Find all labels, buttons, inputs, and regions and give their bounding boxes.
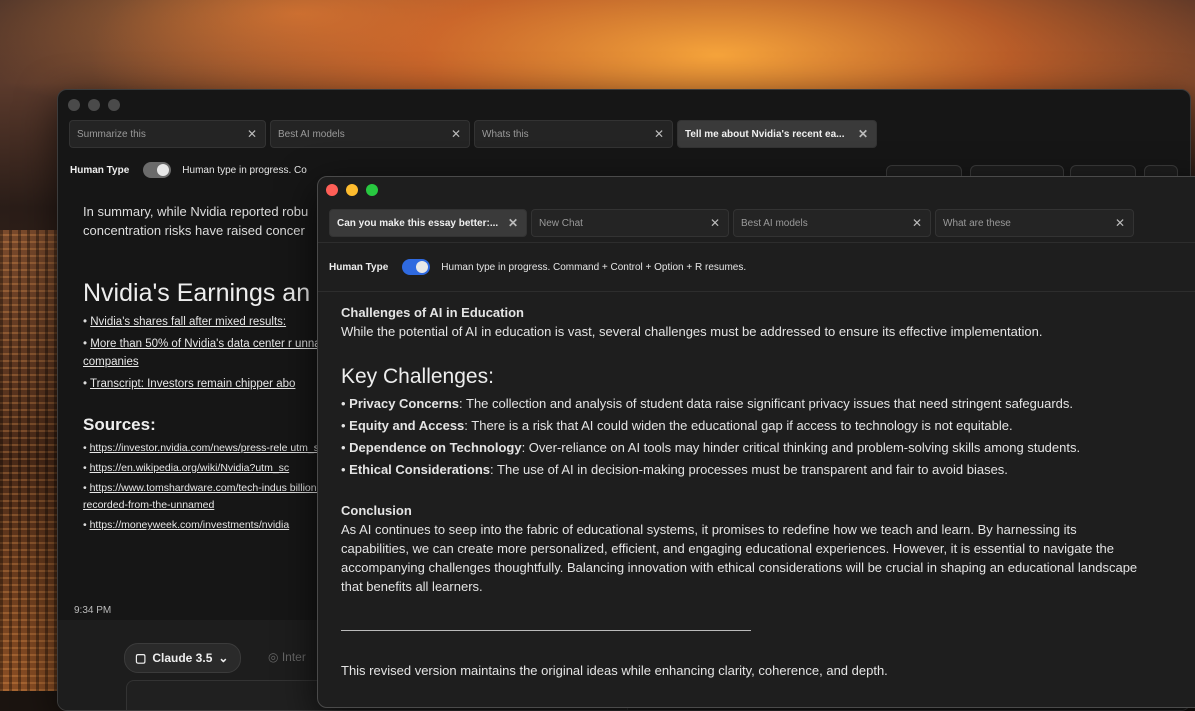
news-link[interactable]: More than 50% of Nvidia's data center r … <box>83 338 343 368</box>
challenges-intro: While the potential of AI in education i… <box>341 324 1043 339</box>
back-zoom-dot[interactable] <box>108 99 120 111</box>
model-selector-button[interactable]: ▢ Claude 3.5 ⌄ <box>124 643 242 673</box>
challenge-term: Ethical Considerations <box>349 462 491 477</box>
front-tab-2[interactable]: New Chat ✕ <box>531 209 729 237</box>
source-link[interactable]: https://en.wikipedia.org/wiki/Nvidia?utm… <box>90 462 290 474</box>
challenge-text: : Over-reliance on AI tools may hinder c… <box>521 440 1081 455</box>
internet-label: Inter <box>281 650 306 664</box>
front-traffic-lights <box>326 184 378 196</box>
tab-label: Best AI models <box>278 128 345 140</box>
front-tab-3[interactable]: Best AI models ✕ <box>733 209 931 237</box>
source-link[interactable]: https://moneyweek.com/investments/nvidia <box>90 519 290 531</box>
front-tab-1[interactable]: Can you make this essay better:... ✕ <box>329 209 527 237</box>
back-titlebar[interactable] <box>58 90 1190 120</box>
news-link[interactable]: Transcript: Investors remain chipper abo <box>90 378 295 390</box>
key-challenges-heading: Key Challenges: <box>341 365 494 388</box>
challenge-term: Privacy Concerns <box>349 396 460 411</box>
close-tab-icon[interactable]: ✕ <box>858 127 868 141</box>
back-minimize-dot[interactable] <box>88 99 100 111</box>
globe-icon: ◎ <box>268 650 279 664</box>
chevron-down-icon: ⌄ <box>218 651 229 665</box>
news-link[interactable]: Nvidia's shares fall after mixed results… <box>90 316 286 328</box>
human-type-status: Human type in progress. Command + Contro… <box>441 261 747 273</box>
back-traffic-lights <box>68 99 120 111</box>
horizontal-divider <box>341 618 751 631</box>
front-message-content: Challenges of AI in Education While the … <box>341 303 1141 680</box>
human-type-label: Human Type <box>70 164 130 176</box>
close-tab-icon[interactable]: ✕ <box>1115 216 1125 230</box>
challenge-text: : The collection and analysis of student… <box>459 396 1074 411</box>
list-item: Equity and Access: There is a risk that … <box>341 416 1141 435</box>
tab-label: Summarize this <box>77 128 146 140</box>
front-chat-window[interactable]: Can you make this essay better:... ✕ New… <box>317 176 1195 708</box>
back-tab-1[interactable]: Summarize this ✕ <box>69 120 266 148</box>
tab-label: Tell me about Nvidia's recent ea... <box>685 128 845 140</box>
challenge-term: Equity and Access <box>349 418 465 433</box>
conclusion-title: Conclusion <box>341 503 412 518</box>
human-type-status: Human type in progress. Co <box>182 164 307 176</box>
model-label: Claude 3.5 <box>152 651 213 665</box>
close-tab-icon[interactable]: ✕ <box>710 216 720 230</box>
front-toolbar: Human Type Human type in progress. Comma… <box>318 242 1195 292</box>
front-tab-bar: Can you make this essay better:... ✕ New… <box>318 209 1195 237</box>
tab-label: Can you make this essay better:... <box>337 217 499 229</box>
human-type-toggle[interactable] <box>402 259 431 275</box>
zoom-window-dot[interactable] <box>366 184 378 196</box>
key-challenges-list: Privacy Concerns: The collection and ana… <box>341 394 1141 479</box>
message-timestamp: 9:34 PM <box>74 605 112 616</box>
front-titlebar[interactable] <box>318 177 1195 201</box>
closing-note: This revised version maintains the origi… <box>341 663 888 678</box>
list-item: Dependence on Technology: Over-reliance … <box>341 438 1141 457</box>
challenge-term: Dependence on Technology <box>349 440 522 455</box>
chat-bubble-icon: ▢ <box>135 651 147 665</box>
back-tab-3[interactable]: Whats this ✕ <box>474 120 673 148</box>
minimize-window-dot[interactable] <box>346 184 358 196</box>
tab-label: New Chat <box>539 217 583 229</box>
challenge-text: : There is a risk that AI could widen th… <box>464 418 1013 433</box>
back-tab-4[interactable]: Tell me about Nvidia's recent ea... ✕ <box>677 120 877 148</box>
back-tab-2[interactable]: Best AI models ✕ <box>270 120 470 148</box>
human-type-toggle[interactable] <box>143 162 172 178</box>
tab-label: Best AI models <box>741 217 808 229</box>
close-tab-icon[interactable]: ✕ <box>912 216 922 230</box>
list-item: Privacy Concerns: The collection and ana… <box>341 394 1141 413</box>
list-item: Ethical Considerations: The use of AI in… <box>341 460 1141 479</box>
close-window-dot[interactable] <box>326 184 338 196</box>
front-tab-4[interactable]: What are these ✕ <box>935 209 1134 237</box>
close-tab-icon[interactable]: ✕ <box>654 127 664 141</box>
internet-toggle[interactable]: ◎ Inter <box>268 650 306 664</box>
challenge-text: : The use of AI in decision-making proce… <box>490 462 1008 477</box>
tab-label: Whats this <box>482 128 529 140</box>
close-tab-icon[interactable]: ✕ <box>247 127 257 141</box>
wallpaper-city-buildings <box>0 230 60 691</box>
close-tab-icon[interactable]: ✕ <box>451 127 461 141</box>
tab-label: What are these <box>943 217 1011 229</box>
human-type-label: Human Type <box>329 261 389 273</box>
challenges-title: Challenges of AI in Education <box>341 305 524 320</box>
close-tab-icon[interactable]: ✕ <box>508 216 518 230</box>
conclusion-paragraph: As AI continues to seep into the fabric … <box>341 522 1138 594</box>
back-tab-bar: Summarize this ✕ Best AI models ✕ Whats … <box>58 120 1190 148</box>
back-close-dot[interactable] <box>68 99 80 111</box>
